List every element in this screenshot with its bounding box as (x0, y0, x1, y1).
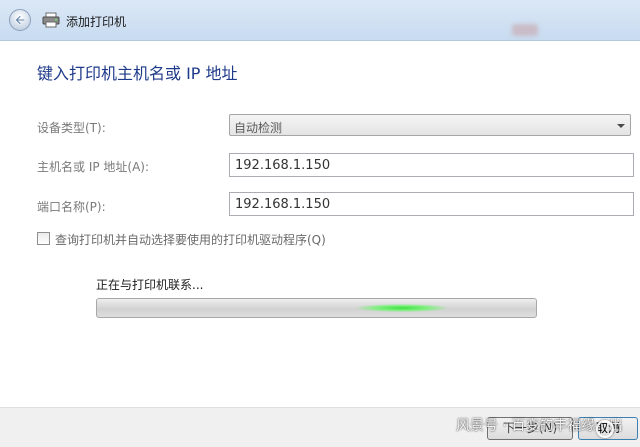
redacted-area (512, 24, 538, 36)
hostname-label: 主机名或 IP 地址(A): (37, 160, 150, 174)
hostname-value: 192.168.1.150 (235, 158, 331, 173)
device-type-select[interactable]: 自动检测 (229, 114, 631, 136)
query-driver-checkbox[interactable] (37, 232, 50, 245)
progress-glow (357, 304, 447, 312)
query-driver-label[interactable]: 查询打印机并自动选择要使用的打印机驱动程序(Q) (55, 231, 326, 248)
device-type-label: 设备类型(T): (37, 121, 106, 135)
port-name-value: 192.168.1.150 (235, 197, 331, 212)
status-text: 正在与打印机联系... (96, 278, 204, 292)
port-name-input[interactable]: 192.168.1.150 (229, 192, 634, 216)
port-name-label: 端口名称(P): (37, 200, 106, 214)
chevron-down-icon (617, 124, 625, 128)
back-button[interactable] (9, 9, 31, 31)
back-arrow-icon (15, 15, 25, 25)
printer-icon (42, 12, 60, 28)
window-title: 添加打印机 (66, 15, 127, 29)
hostname-input[interactable]: 192.168.1.150 (229, 153, 634, 177)
device-type-value: 自动检测 (234, 121, 283, 135)
watermark-logo-icon (596, 420, 614, 438)
title-bar: 添加打印机 (0, 0, 640, 41)
page-heading: 键入打印机主机名或 IP 地址 (37, 64, 238, 83)
progress-bar (96, 298, 537, 318)
